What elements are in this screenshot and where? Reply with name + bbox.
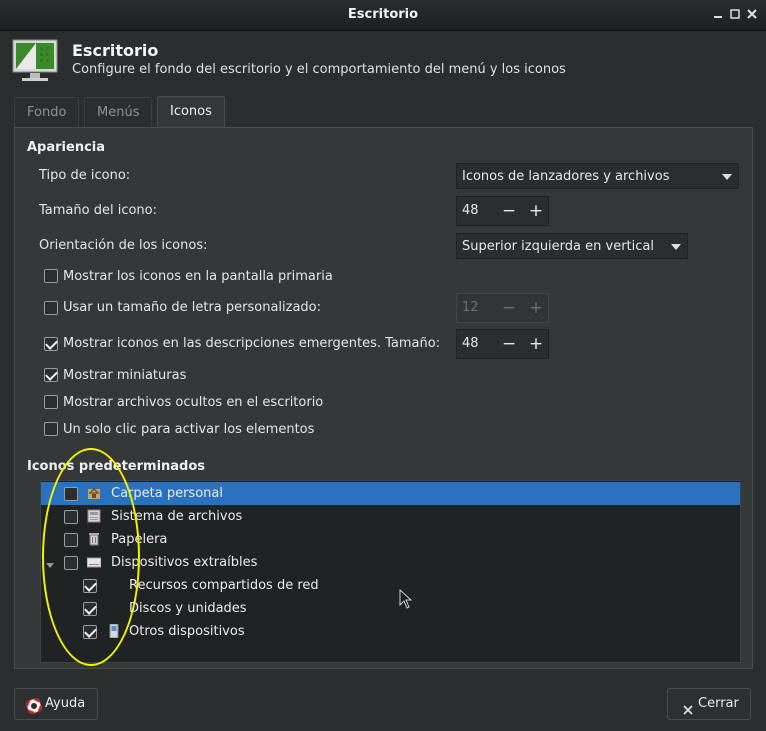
close-icon — [682, 698, 694, 728]
desktop-settings-icon — [12, 39, 60, 87]
increment-icon[interactable]: + — [525, 199, 547, 223]
mouse-cursor-icon — [399, 588, 413, 613]
tree-item-label: Discos y unidades — [129, 601, 247, 616]
help-icon — [25, 696, 43, 726]
tree-item-label: Recursos compartidos de red — [129, 578, 319, 593]
custom-font-label: Usar un tamaño de letra personalizado: — [63, 300, 322, 315]
restore-icon[interactable] — [728, 7, 742, 21]
hidden-files-checkbox[interactable] — [44, 395, 58, 409]
tooltip-size-stepper[interactable]: 48 − + — [456, 329, 549, 359]
tab-menus[interactable]: Menús — [84, 97, 153, 128]
tooltips-label: Mostrar iconos en las descripciones emer… — [63, 336, 441, 351]
page-title: Escritorio — [72, 41, 159, 60]
orientation-label: Orientación de los iconos: — [39, 238, 208, 253]
single-click-label: Un solo clic para activar los elementos — [63, 422, 315, 437]
thumbnails-label: Mostrar miniaturas — [63, 368, 187, 383]
tree-row[interactable]: Papelera — [41, 528, 740, 551]
help-label: Ayuda — [45, 696, 86, 711]
dialog-header: Escritorio Configure el fondo del escrit… — [0, 31, 766, 93]
icon-size-stepper[interactable]: 48 − + — [456, 196, 549, 226]
tree-row[interactable]: Recursos compartidos de red — [41, 574, 740, 597]
highlight-ellipse — [42, 448, 140, 666]
default-icons-tree[interactable]: Carpeta personal Sistema de archivos Pap… — [40, 480, 741, 663]
orientation-dropdown[interactable]: Superior izquierda en vertical — [456, 233, 688, 259]
icon-size-value[interactable]: 48 — [462, 203, 479, 218]
decrement-icon[interactable]: − — [498, 296, 520, 320]
decrement-icon[interactable]: − — [498, 332, 520, 356]
title-bar[interactable]: Escritorio — [0, 0, 766, 31]
icon-size-label: Tamaño del icono: — [39, 203, 157, 218]
tree-row[interactable]: Otros dispositivos — [41, 620, 740, 643]
custom-font-stepper[interactable]: 12 − + — [456, 293, 549, 323]
primary-screen-label: Mostrar los iconos en la pantalla primar… — [63, 269, 333, 284]
thumbnails-checkbox[interactable] — [44, 368, 58, 382]
icon-type-label: Tipo de icono: — [39, 168, 131, 183]
tree-row[interactable]: Discos y unidades — [41, 597, 740, 620]
decrement-icon[interactable]: − — [498, 199, 520, 223]
custom-font-checkbox[interactable] — [44, 301, 58, 315]
window-title: Escritorio — [347, 7, 419, 22]
tree-row[interactable]: Dispositivos extraíbles — [41, 551, 740, 574]
tab-fondo[interactable]: Fondo — [14, 97, 80, 128]
tooltip-size-value[interactable]: 48 — [462, 336, 479, 351]
close-window-icon[interactable] — [745, 7, 759, 21]
icon-type-value: Iconos de lanzadores y archivos — [462, 169, 670, 184]
section-appearance: Apariencia — [27, 140, 106, 155]
single-click-checkbox[interactable] — [44, 422, 58, 436]
tab-iconos[interactable]: Iconos — [157, 96, 225, 129]
close-button[interactable]: Cerrar — [667, 688, 751, 720]
tree-item-label: Otros dispositivos — [129, 624, 245, 639]
tree-row[interactable]: Carpeta personal — [41, 482, 740, 505]
chevron-down-icon — [722, 174, 732, 180]
increment-icon[interactable]: + — [525, 332, 547, 356]
minimize-icon[interactable] — [711, 7, 725, 21]
custom-font-value[interactable]: 12 — [462, 300, 479, 315]
tooltips-checkbox[interactable] — [44, 337, 58, 351]
page-subtitle: Configure el fondo del escritorio y el c… — [72, 62, 566, 77]
orientation-value: Superior izquierda en vertical — [462, 239, 654, 254]
increment-icon[interactable]: + — [525, 296, 547, 320]
chevron-down-icon — [671, 244, 681, 250]
help-button[interactable]: Ayuda — [14, 688, 98, 720]
primary-screen-checkbox[interactable] — [44, 269, 58, 283]
icon-type-dropdown[interactable]: Iconos de lanzadores y archivos — [456, 163, 739, 189]
tree-row[interactable]: Sistema de archivos — [41, 505, 740, 528]
close-label: Cerrar — [698, 696, 739, 711]
hidden-files-label: Mostrar archivos ocultos en el escritori… — [63, 395, 324, 410]
